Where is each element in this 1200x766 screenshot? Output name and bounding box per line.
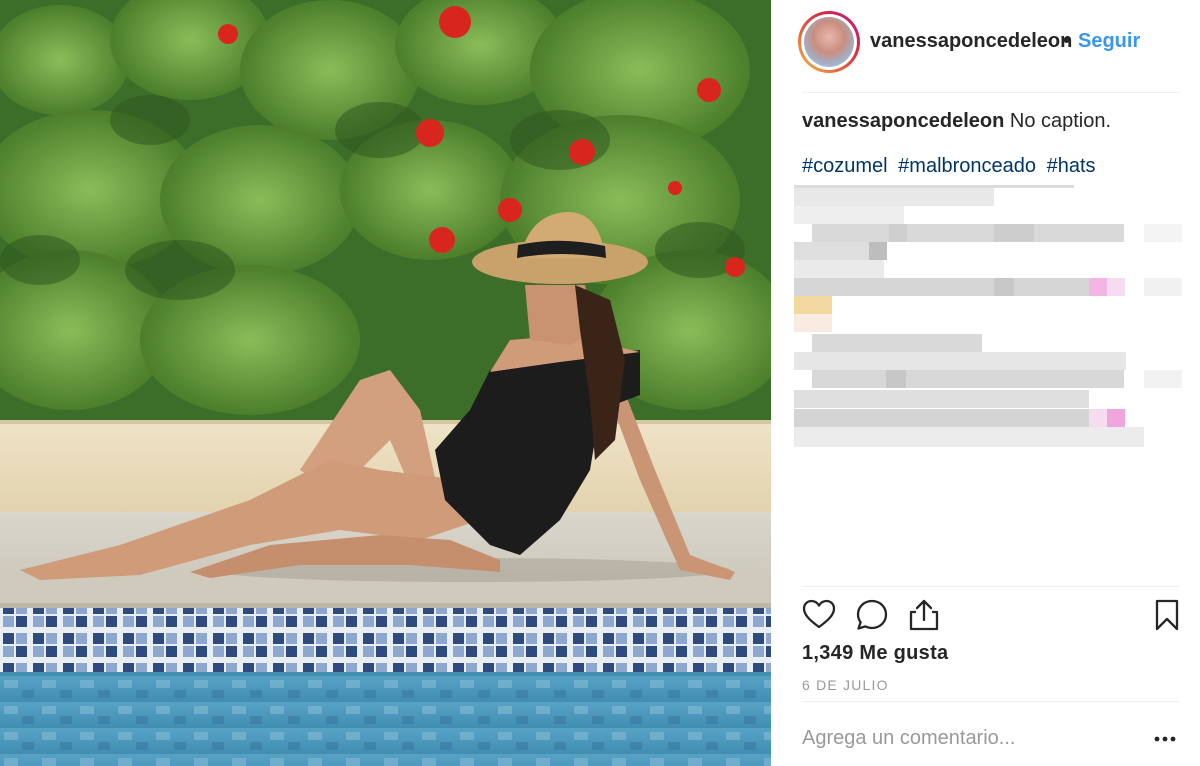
hashtag-list: #cozumel #malbronceado #hats [802,155,1101,178]
comment-divider [802,701,1179,702]
action-bar [802,598,1182,634]
hashtag-hats[interactable]: #hats [1047,155,1096,177]
separator-dot: • [1063,30,1071,52]
more-options-icon[interactable] [1151,724,1181,754]
avatar-image [804,17,854,67]
pixelated-comments-block [794,185,1182,447]
follow-button[interactable]: Seguir [1078,30,1140,53]
photo-illustration [0,0,771,766]
post-header: vanessaponcedeleon • Seguir [771,0,1200,92]
actions-divider [802,586,1179,587]
comment-icon[interactable] [855,598,891,634]
likes-count[interactable]: 1,349 Me gusta [802,642,949,665]
avatar[interactable] [798,11,860,73]
caption-username[interactable]: vanessaponcedeleon [802,110,1004,132]
hashtag-malbronceado[interactable]: #malbronceado [898,155,1036,177]
caption-text: No caption. [1009,110,1112,132]
comment-input[interactable] [802,722,1142,754]
post-date[interactable]: 6 DE JULIO [802,677,889,693]
post-photo[interactable] [0,0,771,766]
header-username[interactable]: vanessaponcedeleon [870,30,1072,53]
post-side-panel: vanessaponcedeleon • Seguir vanessaponce… [771,0,1200,766]
instagram-post: vanessaponcedeleon • Seguir vanessaponce… [0,0,1200,766]
hashtag-cozumel[interactable]: #cozumel [802,155,888,177]
caption: vanessaponcedeleon No caption. [802,108,1172,134]
heart-icon[interactable] [802,598,838,634]
header-divider [802,92,1179,93]
bookmark-icon[interactable] [1150,598,1186,634]
share-icon[interactable] [907,598,943,634]
